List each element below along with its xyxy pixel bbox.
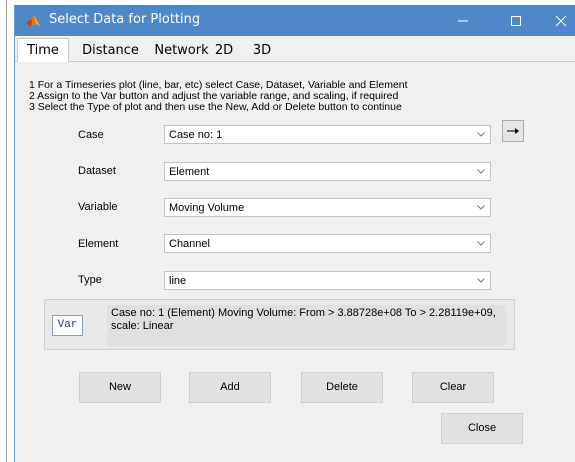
case-value: Case no: 1 xyxy=(169,129,223,141)
case-dropdown[interactable]: Case no: 1 xyxy=(164,125,491,144)
tab-distance[interactable]: Distance xyxy=(78,39,143,62)
element-label: Element xyxy=(78,238,119,250)
element-dropdown[interactable]: Channel xyxy=(164,234,491,253)
tab-time[interactable]: Time xyxy=(17,38,69,63)
dataset-label: Dataset xyxy=(78,165,116,177)
close-button[interactable]: Close xyxy=(441,413,523,444)
instruction-line-3: 3 Select the Type of plot and then use t… xyxy=(29,101,402,113)
case-next-button[interactable] xyxy=(502,120,524,142)
time-tab-panel: 1 For a Timeseries plot (line, bar, etc)… xyxy=(15,62,575,462)
minimize-icon xyxy=(458,20,468,22)
tab-3d[interactable]: 3D xyxy=(241,39,283,62)
close-icon xyxy=(555,15,567,27)
tab-bar: Time Distance Network 2D 3D xyxy=(15,36,575,63)
close-window-button[interactable] xyxy=(538,5,575,36)
variable-value: Moving Volume xyxy=(169,202,245,214)
matlab-icon xyxy=(25,13,41,29)
chevron-down-icon[interactable] xyxy=(472,126,490,143)
chevron-down-icon[interactable] xyxy=(472,272,490,289)
type-dropdown[interactable]: line xyxy=(164,271,491,290)
var-button[interactable]: Var xyxy=(52,315,83,336)
variable-assignment-panel: Var Case no: 1 (Element) Moving Volume: … xyxy=(44,299,515,350)
dataset-dropdown[interactable]: Element xyxy=(164,162,491,181)
minimize-button[interactable] xyxy=(440,5,486,36)
select-data-dialog: Select Data for Plotting Time Distance N… xyxy=(14,5,575,462)
title-bar[interactable]: Select Data for Plotting xyxy=(15,5,575,36)
new-button[interactable]: New xyxy=(79,372,161,403)
chevron-down-icon[interactable] xyxy=(472,163,490,180)
type-label: Type xyxy=(78,274,102,286)
chevron-down-icon[interactable] xyxy=(472,235,490,252)
var-description-box: Case no: 1 (Element) Moving Volume: From… xyxy=(107,305,506,346)
background-window-edge xyxy=(0,0,7,462)
element-value: Channel xyxy=(169,238,210,250)
window-title: Select Data for Plotting xyxy=(49,12,201,27)
variable-label: Variable xyxy=(78,201,118,213)
add-button[interactable]: Add xyxy=(189,372,271,403)
tab-2d[interactable]: 2D xyxy=(203,39,245,62)
clear-button[interactable]: Clear xyxy=(412,372,494,403)
variable-dropdown[interactable]: Moving Volume xyxy=(164,198,491,217)
delete-button[interactable]: Delete xyxy=(301,372,383,403)
type-value: line xyxy=(169,275,187,287)
maximize-button[interactable] xyxy=(493,5,539,36)
chevron-down-icon[interactable] xyxy=(472,199,490,216)
var-description: Case no: 1 (Element) Moving Volume: From… xyxy=(111,307,496,332)
case-label: Case xyxy=(78,129,104,141)
maximize-icon xyxy=(511,16,521,26)
dataset-value: Element xyxy=(169,166,210,178)
arrow-right-icon xyxy=(507,128,519,134)
